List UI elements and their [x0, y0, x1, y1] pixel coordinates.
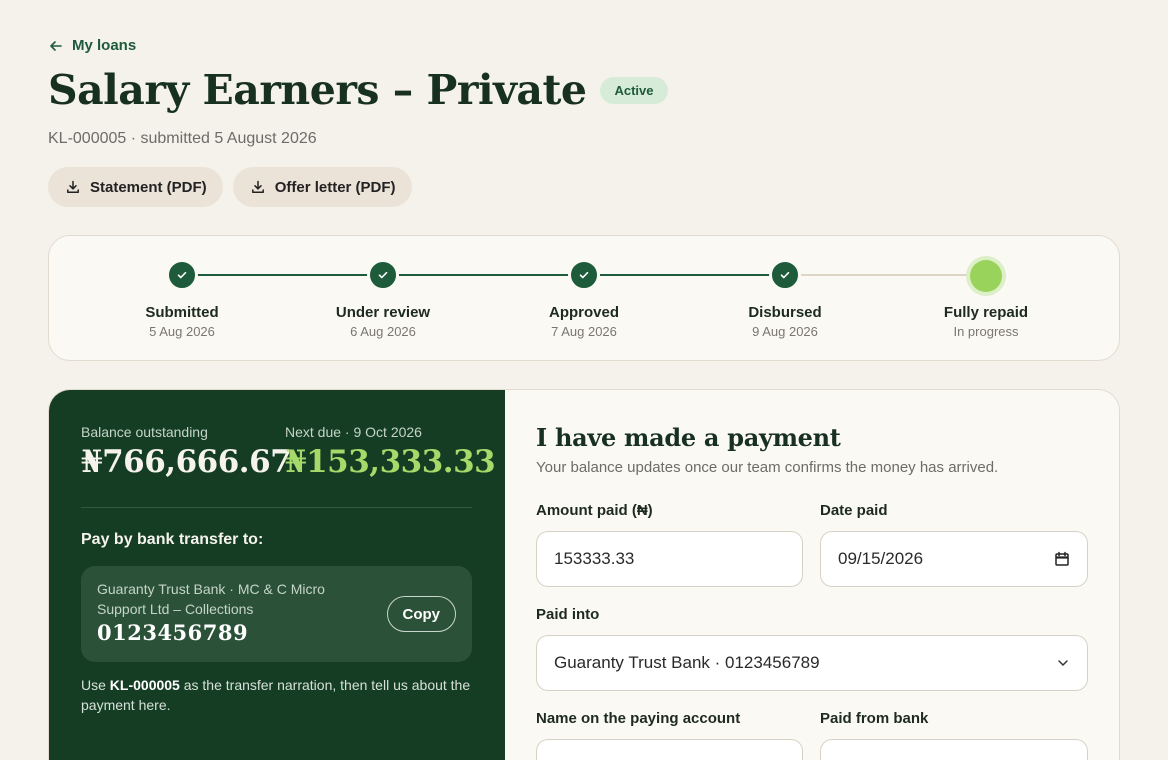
chevron-down-icon	[1058, 660, 1068, 666]
step-done-dot	[569, 260, 599, 290]
date-paid-label: Date paid	[820, 502, 888, 519]
step-label: Approved	[548, 304, 619, 321]
calendar-icon[interactable]	[1054, 551, 1070, 567]
bank-transfer-heading: Pay by bank transfer to:	[81, 531, 264, 548]
step-date: 7 Aug 2026	[551, 324, 617, 339]
balance-panel: Balance outstanding ₦766,666.67 Next due…	[49, 390, 505, 760]
panel-divider	[81, 507, 472, 508]
arrow-left-icon	[50, 40, 62, 51]
account-number: 0123456789	[97, 620, 249, 645]
amount-paid-input[interactable]	[554, 549, 785, 569]
step-label: Fully repaid	[943, 304, 1029, 321]
step-date: 9 Aug 2026	[752, 324, 818, 339]
step-current-dot	[970, 260, 1002, 292]
step-under-review: Under review 6 Aug 2026	[313, 260, 453, 339]
step-date: 6 Aug 2026	[350, 324, 416, 339]
paid-into-select[interactable]: Guaranty Trust Bank · 0123456789	[536, 635, 1088, 691]
statement-pdf-button[interactable]: Statement (PDF)	[48, 167, 223, 207]
statement-pdf-label: Statement (PDF)	[90, 178, 207, 196]
loan-progress-stepper: Submitted 5 Aug 2026 Under review 6 Aug …	[48, 235, 1120, 361]
payer-bank-label: Paid from bank	[820, 710, 929, 727]
payer-name-label: Name on the paying account	[536, 710, 741, 727]
step-done-dot	[368, 260, 398, 290]
next-due-value: ₦153,333.33	[285, 444, 496, 480]
amount-paid-label: Amount paid (₦)	[536, 502, 653, 519]
step-done-dot	[770, 260, 800, 290]
narration-instructions: Use KL-000005 as the transfer narration,…	[81, 675, 481, 715]
check-icon	[177, 271, 187, 279]
back-to-loans-link[interactable]: My loans	[48, 37, 136, 54]
check-icon	[780, 271, 790, 279]
step-label: Under review	[335, 304, 431, 321]
balance-outstanding-value: ₦766,666.67	[81, 444, 292, 480]
date-paid-value: 09/15/2026	[838, 549, 924, 568]
step-label: Disbursed	[748, 304, 822, 321]
payer-bank-field[interactable]	[820, 739, 1088, 760]
step-disbursed: Disbursed 9 Aug 2026	[715, 260, 855, 339]
step-date: 5 Aug 2026	[149, 324, 215, 339]
payment-form-subtitle: Your balance updates once our team confi…	[536, 459, 999, 476]
title-row: Salary Earners – Private Active	[48, 66, 668, 114]
offer-letter-pdf-label: Offer letter (PDF)	[274, 178, 396, 196]
step-fully-repaid: Fully repaid In progress	[916, 260, 1056, 339]
payer-name-field[interactable]	[536, 739, 803, 760]
step-approved: Approved 7 Aug 2026	[514, 260, 654, 339]
step-date: In progress	[953, 324, 1019, 339]
next-due-label: Next due · 9 Oct 2026	[285, 424, 422, 440]
paid-into-label: Paid into	[536, 606, 600, 623]
step-done-dot	[167, 260, 197, 290]
bank-account-box: Guaranty Trust Bank · MC & C Micro Suppo…	[81, 566, 472, 662]
status-badge: Active	[600, 76, 668, 104]
check-icon	[579, 271, 589, 279]
amount-paid-field[interactable]	[536, 531, 803, 587]
copy-account-button[interactable]: Copy	[386, 596, 456, 632]
step-label: Submitted	[145, 304, 219, 321]
loan-meta: KL-000005 · submitted 5 August 2026	[48, 130, 317, 147]
offer-letter-pdf-button[interactable]: Offer letter (PDF)	[232, 167, 412, 207]
download-icon	[251, 180, 264, 193]
page-title: Salary Earners – Private	[48, 66, 587, 114]
payment-card: Balance outstanding ₦766,666.67 Next due…	[48, 389, 1120, 760]
narration-reference: KL-000005	[109, 677, 180, 693]
date-paid-field[interactable]: 09/15/2026	[820, 531, 1088, 587]
narration-prefix: Use	[81, 677, 110, 693]
bank-account-name: Guaranty Trust Bank · MC & C Micro Suppo…	[97, 581, 325, 617]
balance-outstanding-label: Balance outstanding	[81, 424, 208, 440]
payment-form-title: I have made a payment	[536, 423, 841, 452]
download-actions: Statement (PDF) Offer letter (PDF)	[48, 167, 412, 207]
check-icon	[378, 271, 388, 279]
back-link-label: My loans	[72, 37, 137, 54]
step-submitted: Submitted 5 Aug 2026	[112, 260, 252, 339]
paid-into-value: Guaranty Trust Bank · 0123456789	[554, 653, 820, 672]
download-icon	[67, 180, 79, 193]
